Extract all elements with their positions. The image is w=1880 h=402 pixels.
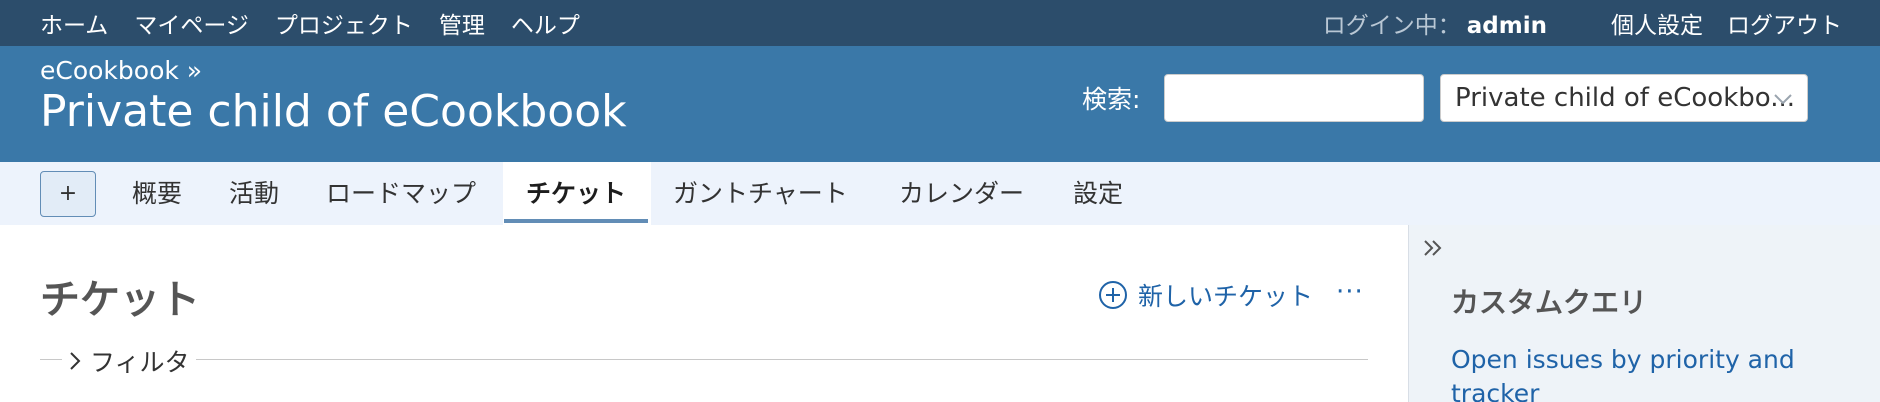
tab-activity[interactable]: 活動 <box>229 162 279 225</box>
top-menu: ホーム マイページ プロジェクト 管理 ヘルプ ログイン中： admin 個人設定… <box>0 0 1880 46</box>
project-jump-select[interactable]: Private child of eCookbo... <box>1440 74 1808 122</box>
tab-calendar[interactable]: カレンダー <box>899 162 1024 225</box>
search-label: 検索: <box>1082 85 1141 114</box>
logged-user[interactable]: admin <box>1467 13 1547 39</box>
top-menu-left: ホーム マイページ プロジェクト 管理 ヘルプ <box>40 0 580 46</box>
top-menu-home[interactable]: ホーム <box>40 6 108 40</box>
new-issue-label: 新しいチケット <box>1138 282 1314 311</box>
page-title: Private child of eCookbook <box>40 86 627 137</box>
filter-fieldset-line <box>40 359 1368 360</box>
content-heading: チケット <box>40 277 200 323</box>
my-account-link[interactable]: 個人設定 <box>1611 6 1703 40</box>
top-menu-admin[interactable]: 管理 <box>439 6 485 40</box>
main-menu: + 概要 活動 ロードマップ チケット ガントチャート カレンダー 設定 <box>0 162 1880 225</box>
tab-overview[interactable]: 概要 <box>132 162 182 225</box>
tab-roadmap[interactable]: ロードマップ <box>326 162 476 225</box>
breadcrumb[interactable]: eCookbook » <box>40 56 202 85</box>
sidebar: カスタムクエリ Open issues by priority and trac… <box>1408 225 1880 402</box>
tab-gantt[interactable]: ガントチャート <box>673 162 848 225</box>
chevron-right-icon <box>70 352 81 370</box>
account-menu: ログイン中： admin 個人設定 ログアウト <box>1323 0 1842 46</box>
project-jump-value: Private child of eCookbo... <box>1455 83 1795 113</box>
header: eCookbook » Private child of eCookbook 検… <box>0 46 1880 162</box>
add-circle-icon <box>1099 281 1127 309</box>
tab-issues[interactable]: チケット <box>503 162 649 225</box>
tab-settings[interactable]: 設定 <box>1073 162 1123 225</box>
search-input[interactable] <box>1164 74 1424 122</box>
top-menu-my-page[interactable]: マイページ <box>134 6 249 40</box>
logout-link[interactable]: ログアウト <box>1727 6 1842 40</box>
top-menu-help[interactable]: ヘルプ <box>511 6 580 40</box>
chevron-down-icon <box>1774 94 1792 105</box>
new-object-button[interactable]: + <box>40 171 96 217</box>
content: チケット 新しいチケット ··· フィルタ <box>0 225 1408 402</box>
logged-as: ログイン中： admin <box>1323 6 1547 40</box>
sidebar-heading: カスタムクエリ <box>1451 286 1648 319</box>
sidebar-query-link[interactable]: Open issues by priority and tracker <box>1451 343 1851 402</box>
sidebar-collapse-icon[interactable] <box>1421 235 1447 261</box>
new-issue-link[interactable]: 新しいチケット <box>1098 277 1313 313</box>
filter-label: フィルタ <box>90 348 190 377</box>
filter-toggle[interactable]: フィルタ <box>62 343 196 379</box>
more-actions-icon[interactable]: ··· <box>1336 277 1364 307</box>
top-menu-projects[interactable]: プロジェクト <box>275 6 413 40</box>
logged-as-label: ログイン中： <box>1322 13 1461 39</box>
